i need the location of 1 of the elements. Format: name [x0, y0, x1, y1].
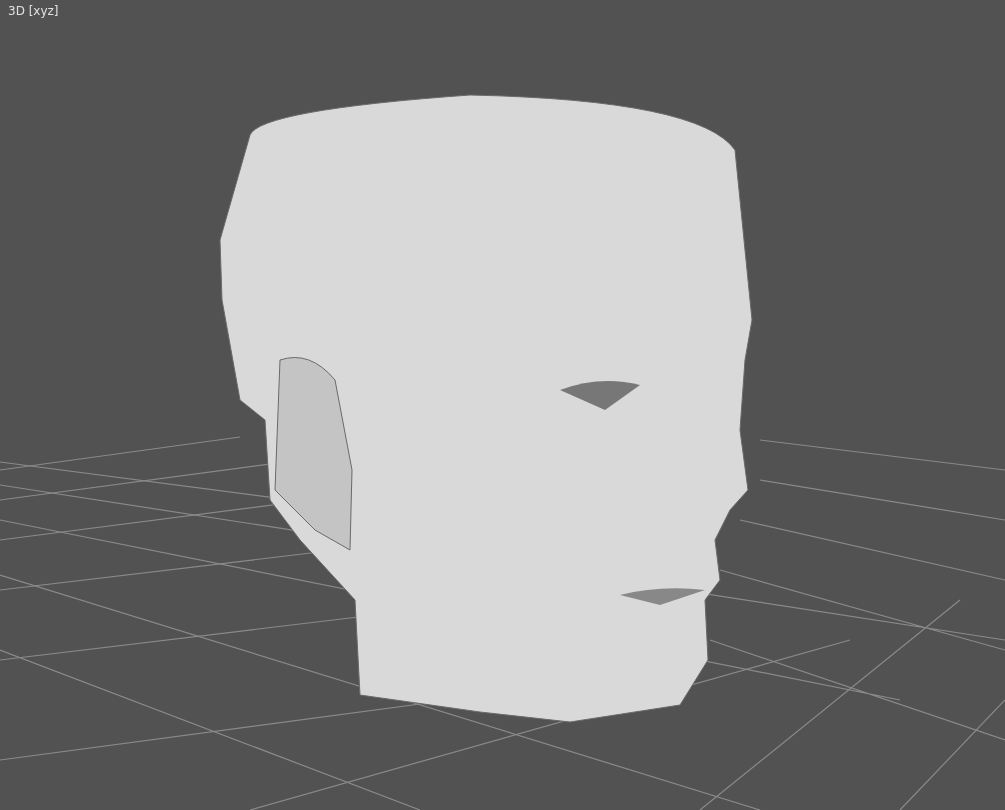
- viewport-label: 3D [xyz]: [8, 4, 59, 18]
